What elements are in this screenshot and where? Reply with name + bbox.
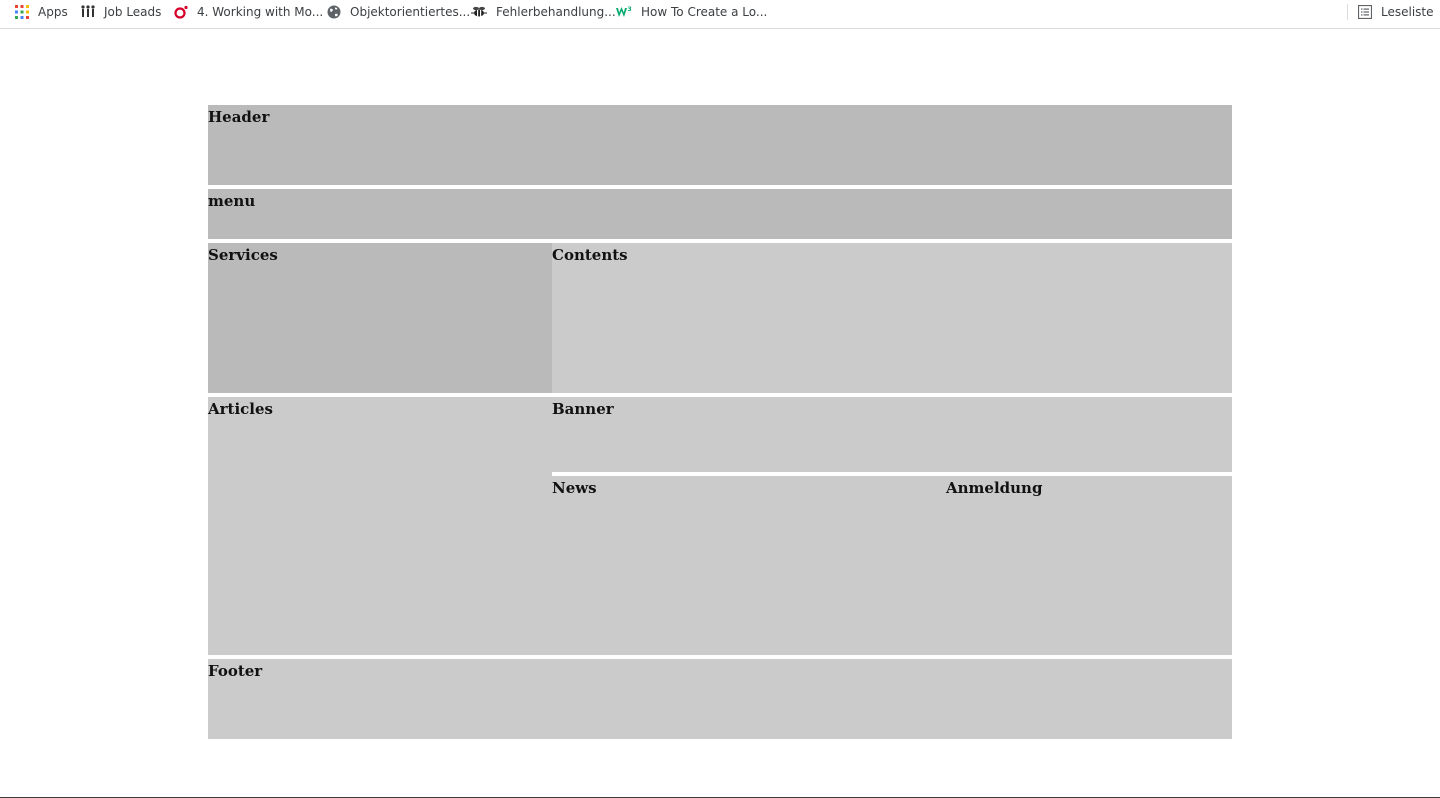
reading-list-icon	[1357, 4, 1373, 20]
bee-icon	[471, 5, 487, 19]
footer-section: Footer	[208, 659, 1232, 739]
svg-text:3: 3	[628, 6, 632, 13]
header-label: Header	[208, 108, 270, 126]
bookmark-job-leads[interactable]: Job Leads	[81, 3, 161, 21]
services-section: Services	[208, 243, 552, 393]
bookmarks-separator	[1347, 4, 1348, 20]
bookmark-how-to-create[interactable]: 3 How To Create a Lo...	[616, 3, 767, 21]
w3-icon: 3	[616, 5, 632, 19]
footer-label: Footer	[208, 662, 263, 680]
bookmark-fehlerbehandlung-label: Fehlerbehandlung...	[496, 5, 616, 19]
menu-label: menu	[208, 192, 256, 210]
news-label: News	[552, 479, 597, 497]
contents-label: Contents	[552, 246, 628, 264]
bookmark-objektorientiertes[interactable]: Objektorientiertes...	[327, 3, 470, 21]
bookmark-fehlerbehandlung[interactable]: Fehlerbehandlung...	[471, 3, 616, 21]
people-icon	[81, 5, 95, 19]
anmeldung-section: Anmeldung	[946, 476, 1232, 655]
bookmark-apps[interactable]: Apps	[15, 3, 68, 21]
reading-list-button[interactable]: Leseliste	[1357, 3, 1434, 21]
banner-label: Banner	[552, 400, 614, 418]
services-label: Services	[208, 246, 278, 264]
apps-grid-icon	[15, 5, 29, 19]
header-section: Header	[208, 105, 1232, 185]
bookmark-apps-label: Apps	[38, 5, 68, 19]
articles-label: Articles	[208, 400, 273, 418]
bookmark-objektorientiertes-label: Objektorientiertes...	[350, 5, 471, 19]
reading-list-label: Leseliste	[1381, 5, 1434, 19]
bookmark-job-leads-label: Job Leads	[104, 5, 162, 19]
banner-section: Banner	[552, 397, 1232, 472]
menu-section: menu	[208, 189, 1232, 239]
globe-icon	[327, 5, 341, 19]
articles-section: Articles	[208, 397, 552, 655]
contents-section: Contents	[552, 243, 1232, 393]
o-logo-icon	[174, 5, 188, 19]
bookmark-working-with[interactable]: 4. Working with Mo...	[174, 3, 323, 21]
anmeldung-label: Anmeldung	[946, 479, 1043, 497]
bookmark-how-to-create-label: How To Create a Lo...	[641, 5, 768, 19]
news-section: News	[552, 476, 946, 655]
bookmarks-bar: Apps Job Leads 4. Working with Mo... Obj…	[0, 0, 1440, 29]
bookmark-working-with-label: 4. Working with Mo...	[197, 5, 324, 19]
